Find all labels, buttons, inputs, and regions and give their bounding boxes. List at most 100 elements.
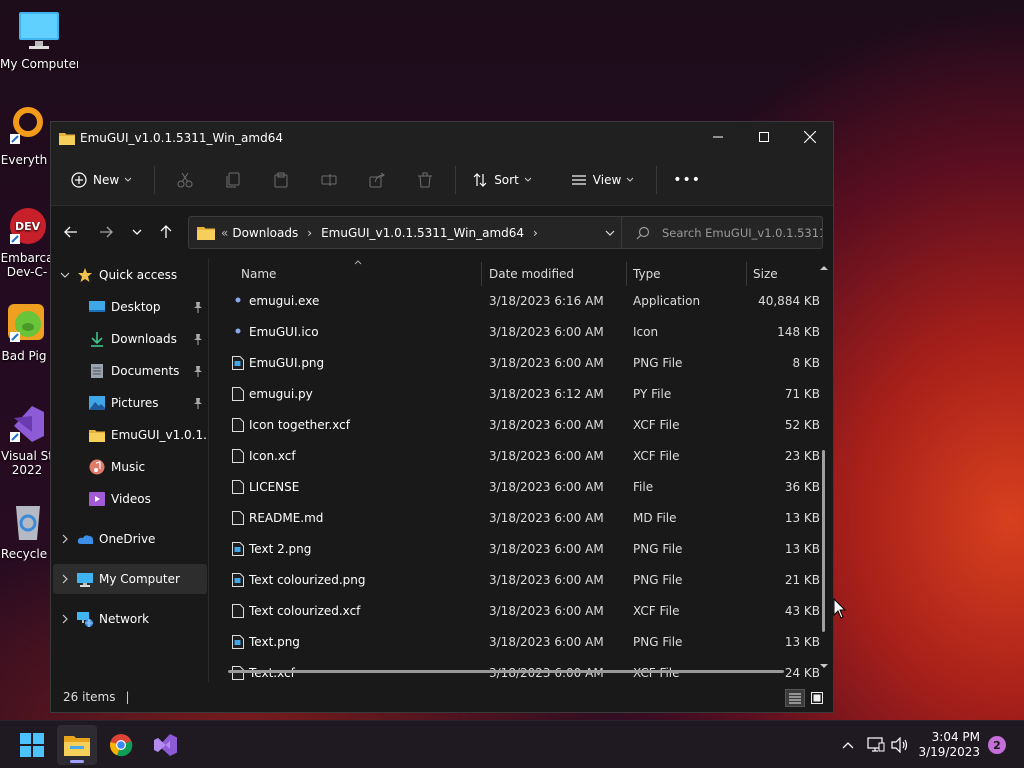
column-divider[interactable] bbox=[746, 262, 747, 286]
column-divider[interactable] bbox=[481, 262, 482, 286]
details-view-icon bbox=[789, 693, 801, 704]
maximize-button[interactable] bbox=[741, 122, 787, 152]
table-row[interactable]: Text colourized.png 3/18/2023 6:00 AM PNG … bbox=[210, 565, 820, 596]
breadcrumb-downloads[interactable]: Downloads bbox=[232, 226, 298, 240]
clock[interactable]: 3:04 PM 3/19/2023 bbox=[918, 730, 980, 760]
table-row[interactable]: README.md 3/18/2023 6:00 AM MD File 13 KB bbox=[210, 503, 820, 534]
status-separator: | bbox=[125, 690, 130, 704]
file-type: PY File bbox=[633, 387, 672, 401]
column-header-size[interactable]: Size bbox=[753, 267, 778, 281]
sidebar-item-pictures[interactable]: Pictures bbox=[51, 388, 207, 418]
view-button[interactable]: View bbox=[561, 164, 650, 196]
rename-button[interactable] bbox=[305, 164, 353, 196]
table-row[interactable]: EmuGUI.ico 3/18/2023 6:00 AM Icon 148 KB bbox=[210, 317, 820, 348]
notification-badge[interactable]: 2 bbox=[988, 736, 1006, 754]
sidebar-item-videos[interactable]: Videos bbox=[51, 484, 207, 514]
table-row[interactable]: LICENSE 3/18/2023 6:00 AM File 36 KB bbox=[210, 472, 820, 503]
file-name: EmuGUI.ico bbox=[249, 325, 319, 339]
chevron-right-icon[interactable] bbox=[57, 534, 73, 544]
column-header-date-modified[interactable]: Date modified bbox=[489, 267, 574, 281]
delete-button[interactable] bbox=[401, 164, 449, 196]
sidebar-item-onedrive[interactable]: OneDrive bbox=[51, 524, 207, 554]
back-button[interactable] bbox=[55, 216, 87, 248]
taskbar-visual-studio[interactable] bbox=[145, 725, 185, 765]
column-header-type[interactable]: Type bbox=[633, 267, 661, 281]
details-view-button[interactable] bbox=[785, 689, 805, 707]
file-size: 36 KB bbox=[784, 480, 820, 494]
chevron-right-icon[interactable] bbox=[57, 574, 73, 584]
chevron-down-icon[interactable] bbox=[57, 272, 73, 278]
network-status-button[interactable] bbox=[864, 737, 888, 753]
file-date-modified: 3/18/2023 6:00 AM bbox=[489, 542, 604, 556]
desktop-icon-bad-piggies[interactable]: Bad Pig bbox=[0, 302, 54, 363]
sidebar-item-network[interactable]: Network bbox=[51, 604, 207, 634]
table-row[interactable]: Icon.xcf 3/18/2023 6:00 AM XCF File 23 KB bbox=[210, 441, 820, 472]
desktop-icon-recycle-bin[interactable]: Recycle bbox=[0, 500, 54, 561]
large-icons-view-button[interactable] bbox=[807, 689, 827, 707]
file-type: Application bbox=[633, 294, 701, 308]
table-row[interactable]: emugui.exe 3/18/2023 6:16 AM Application 40… bbox=[210, 286, 820, 317]
sidebar-item-emugui-folder[interactable]: EmuGUI_v1.0.1.5311_Win_amd64 bbox=[51, 420, 207, 450]
file-size: 43 KB bbox=[784, 604, 820, 618]
sidebar-item-downloads[interactable]: Downloads bbox=[51, 324, 207, 354]
cut-button[interactable] bbox=[161, 164, 209, 196]
maximize-icon bbox=[759, 132, 769, 142]
new-button[interactable]: New bbox=[61, 164, 148, 196]
table-row[interactable]: Icon together.xcf 3/18/2023 6:00 AM XCF Fi… bbox=[210, 410, 820, 441]
active-indicator bbox=[70, 760, 84, 763]
column-header-name[interactable]: Name bbox=[241, 267, 276, 281]
sidebar-item-documents[interactable]: Documents bbox=[51, 356, 207, 386]
taskbar-file-explorer[interactable] bbox=[57, 725, 97, 765]
minimize-button[interactable] bbox=[695, 122, 741, 152]
volume-button[interactable] bbox=[888, 737, 912, 753]
document-file-icon bbox=[232, 604, 244, 618]
forward-button[interactable] bbox=[90, 216, 122, 248]
breadcrumb-separator-icon[interactable]: › bbox=[533, 226, 538, 240]
network-icon bbox=[77, 611, 93, 627]
copy-button[interactable] bbox=[209, 164, 257, 196]
paste-button[interactable] bbox=[257, 164, 305, 196]
column-divider[interactable] bbox=[626, 262, 627, 286]
table-row[interactable]: EmuGUI.png 3/18/2023 6:00 AM PNG File 8 KB bbox=[210, 348, 820, 379]
file-name: Text colourized.png bbox=[249, 573, 366, 587]
magnifier-app-icon bbox=[2, 106, 46, 150]
devcpp-icon: DEV bbox=[2, 204, 46, 248]
application-file-icon bbox=[235, 328, 241, 334]
more-options-button[interactable]: ••• bbox=[663, 164, 711, 196]
breadcrumb-current-folder[interactable]: EmuGUI_v1.0.1.5311_Win_amd64 bbox=[321, 226, 524, 240]
table-row[interactable]: Text.png 3/18/2023 6:00 AM PNG File 13 KB bbox=[210, 627, 820, 658]
desktop-icon-visual-studio[interactable]: Visual St 2022 bbox=[0, 402, 54, 477]
table-row[interactable]: Text colourized.xcf 3/18/2023 6:00 AM XCF … bbox=[210, 596, 820, 627]
close-icon bbox=[804, 131, 816, 143]
sidebar-item-my-computer[interactable]: My Computer bbox=[53, 564, 207, 594]
desktop-icon-everything[interactable]: Everyth bbox=[0, 106, 54, 167]
desktop-icon-devcpp[interactable]: DEV Embarca Dev-C- bbox=[0, 204, 54, 279]
chevron-right-icon[interactable] bbox=[57, 614, 73, 624]
horizontal-scrollbar[interactable] bbox=[228, 670, 784, 673]
breadcrumb-overflow[interactable]: « bbox=[221, 226, 228, 240]
title-bar[interactable]: EmuGUI_v1.0.1.5311_Win_amd64 bbox=[51, 122, 833, 154]
table-row[interactable]: emugui.py 3/18/2023 6:12 AM PY File 71 KB bbox=[210, 379, 820, 410]
show-hidden-icons-button[interactable] bbox=[836, 741, 860, 749]
sidebar-item-desktop[interactable]: Desktop bbox=[51, 292, 207, 322]
close-button[interactable] bbox=[787, 122, 833, 152]
table-row[interactable]: Text 2.png 3/18/2023 6:00 AM PNG File 13 KB bbox=[210, 534, 820, 565]
visual-studio-icon bbox=[2, 402, 46, 446]
chevron-up-icon bbox=[843, 742, 854, 749]
share-button[interactable] bbox=[353, 164, 401, 196]
sidebar-item-quick-access[interactable]: Quick access bbox=[51, 260, 207, 290]
taskbar-chrome[interactable] bbox=[101, 725, 141, 765]
sidebar-item-music[interactable]: Music bbox=[51, 452, 207, 482]
vertical-scrollbar[interactable] bbox=[819, 264, 829, 670]
search-input[interactable]: Search EmuGUI_v1.0.1.5311_... bbox=[621, 216, 823, 249]
desktop-icon-my-computer[interactable]: My Computer bbox=[0, 10, 78, 71]
file-type: XCF File bbox=[633, 604, 680, 618]
recent-locations-button[interactable] bbox=[121, 216, 153, 248]
start-button[interactable] bbox=[12, 725, 52, 765]
breadcrumb-separator-icon[interactable]: › bbox=[307, 226, 312, 240]
chevron-down-icon bbox=[524, 177, 532, 182]
address-bar[interactable]: « Downloads › EmuGUI_v1.0.1.5311_Win_amd… bbox=[188, 216, 659, 249]
up-button[interactable] bbox=[150, 216, 182, 248]
sort-button[interactable]: Sort bbox=[462, 164, 548, 196]
trash-icon bbox=[418, 172, 433, 187]
